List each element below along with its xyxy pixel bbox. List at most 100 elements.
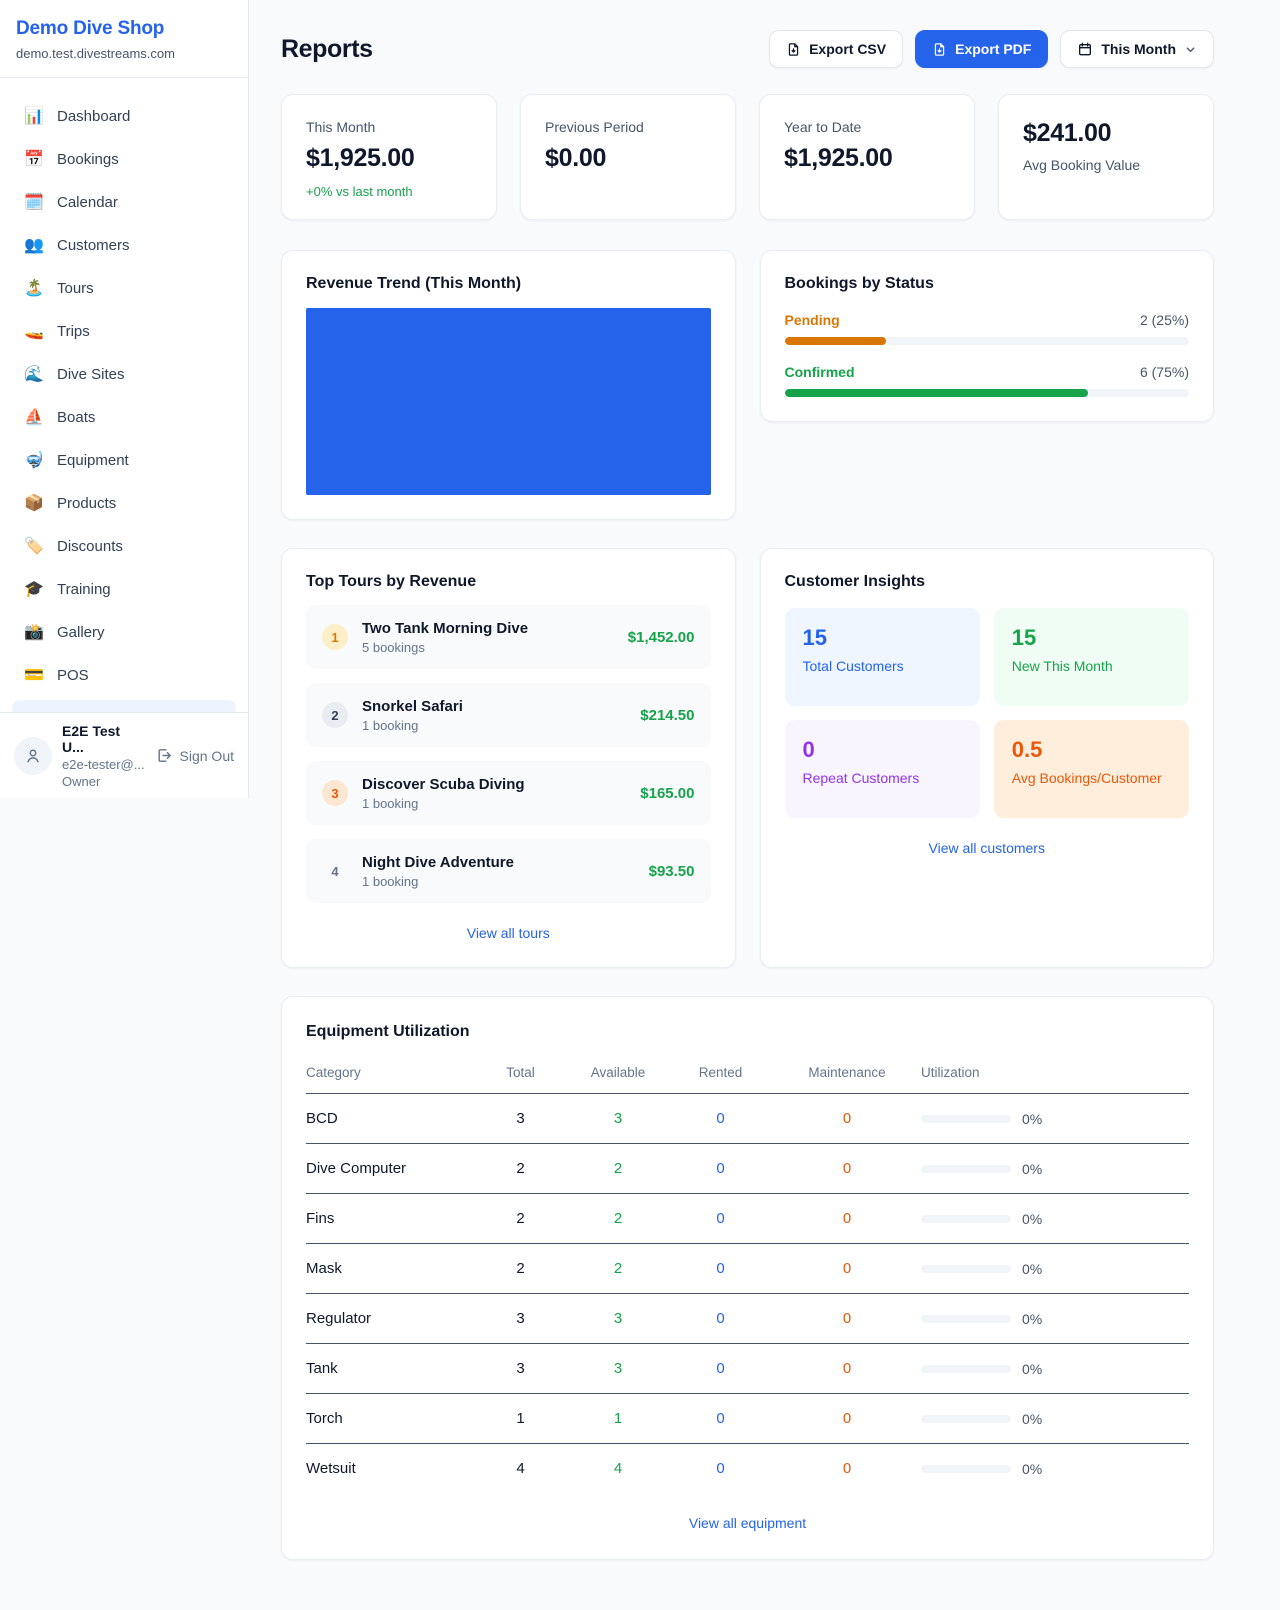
tile-label: Repeat Customers: [803, 770, 962, 786]
view-all-tours-link[interactable]: View all tours: [306, 925, 711, 941]
equipment-category: Dive Computer: [306, 1144, 473, 1194]
tile-label: Total Customers: [803, 658, 962, 674]
equipment-rented: 0: [668, 1444, 773, 1494]
sidebar-item-boats[interactable]: ⛵Boats: [12, 399, 236, 435]
tour-row[interactable]: 4 Night Dive Adventure 1 booking $93.50: [306, 839, 711, 903]
progress-track: [785, 389, 1190, 397]
header-actions: Export CSV Export PDF This Month: [769, 30, 1214, 68]
equipment-rented: 0: [668, 1244, 773, 1294]
stat-value: $1,925.00: [784, 144, 950, 173]
progress-fill: [785, 337, 886, 345]
sidebar-item-label: Products: [57, 495, 116, 512]
equipment-available: 2: [568, 1244, 668, 1294]
export-pdf-button[interactable]: Export PDF: [915, 30, 1048, 68]
sidebar-item-calendar[interactable]: 🗓️Calendar: [12, 184, 236, 220]
sidebar-item-products[interactable]: 📦Products: [12, 485, 236, 521]
rank-badge: 1: [322, 624, 348, 650]
rank-badge: 2: [322, 702, 348, 728]
customer-insights-card: Customer Insights 15 Total Customers 15 …: [760, 548, 1215, 968]
tour-row[interactable]: 1 Two Tank Morning Dive 5 bookings $1,45…: [306, 605, 711, 669]
user-role: Owner: [62, 774, 146, 789]
period-label: This Month: [1101, 41, 1176, 57]
credit-card-icon: 💳: [24, 665, 44, 685]
utilization-bar: [921, 1265, 1011, 1273]
revenue-trend-title: Revenue Trend (This Month): [306, 275, 711, 293]
sidebar-item-training[interactable]: 🎓Training: [12, 571, 236, 607]
equipment-table: Category Total Available Rented Maintena…: [306, 1055, 1189, 1493]
utilization-percent: 0%: [1022, 1261, 1042, 1277]
view-all-equipment-link[interactable]: View all equipment: [306, 1515, 1189, 1531]
file-download-icon: [786, 42, 801, 57]
utilization-percent: 0%: [1022, 1311, 1042, 1327]
equipment-rented: 0: [668, 1344, 773, 1394]
user-email: e2e-tester@...: [62, 757, 146, 772]
equipment-category: Wetsuit: [306, 1444, 473, 1494]
sidebar-item-label: Dive Sites: [57, 366, 125, 383]
sidebar-item-dive-sites[interactable]: 🌊Dive Sites: [12, 356, 236, 392]
utilization-percent: 0%: [1022, 1411, 1042, 1427]
stat-card-this-month: This Month $1,925.00 +0% vs last month: [281, 94, 497, 220]
bookings-by-status-card: Bookings by Status Pending 2 (25%) Confi…: [760, 250, 1215, 422]
camera-icon: 📸: [24, 622, 44, 642]
rank-badge: 4: [322, 858, 348, 884]
sidebar-item-label: Discounts: [57, 538, 123, 555]
sidebar-item-label: POS: [57, 667, 89, 684]
utilization-bar: [921, 1115, 1011, 1123]
sidebar-item-dashboard[interactable]: 📊Dashboard: [12, 98, 236, 134]
sidebar-item-trips[interactable]: 🚤Trips: [12, 313, 236, 349]
tile-label: New This Month: [1012, 658, 1171, 674]
sidebar-item-label: Calendar: [57, 194, 118, 211]
utilization-percent: 0%: [1022, 1211, 1042, 1227]
person-icon: [24, 747, 42, 765]
equipment-maintenance: 0: [773, 1194, 921, 1244]
equipment-row: Regulator33000%: [306, 1294, 1189, 1344]
sidebar-item-tours[interactable]: 🏝️Tours: [12, 270, 236, 306]
utilization-percent: 0%: [1022, 1161, 1042, 1177]
col-rented: Rented: [668, 1055, 773, 1094]
sidebar-item-equipment[interactable]: 🤿Equipment: [12, 442, 236, 478]
equipment-maintenance: 0: [773, 1444, 921, 1494]
equipment-category: BCD: [306, 1094, 473, 1144]
calendar-icon: [1077, 41, 1093, 57]
sidebar-item-customers[interactable]: 👥Customers: [12, 227, 236, 263]
dive-mask-icon: 🤿: [24, 450, 44, 470]
tour-row[interactable]: 3 Discover Scuba Diving 1 booking $165.0…: [306, 761, 711, 825]
sidebar-item-reports-partial[interactable]: [12, 700, 236, 712]
file-download-icon: [932, 42, 947, 57]
sailboat-icon: ⛵: [24, 407, 44, 427]
sidebar-item-label: Bookings: [57, 151, 119, 168]
tile-value: 15: [803, 625, 962, 651]
equipment-header-row: Category Total Available Rented Maintena…: [306, 1055, 1189, 1094]
equipment-rented: 0: [668, 1394, 773, 1444]
equipment-maintenance: 0: [773, 1094, 921, 1144]
export-csv-button[interactable]: Export CSV: [769, 30, 903, 68]
tour-bookings: 1 booking: [362, 718, 463, 733]
sidebar-item-gallery[interactable]: 📸Gallery: [12, 614, 236, 650]
customer-insights-title: Customer Insights: [785, 573, 1190, 591]
equipment-available: 2: [568, 1194, 668, 1244]
tour-row[interactable]: 2 Snorkel Safari 1 booking $214.50: [306, 683, 711, 747]
period-select[interactable]: This Month: [1060, 30, 1214, 68]
col-available: Available: [568, 1055, 668, 1094]
equipment-maintenance: 0: [773, 1394, 921, 1444]
shop-name: Demo Dive Shop: [16, 18, 232, 40]
equipment-available: 3: [568, 1344, 668, 1394]
sidebar-item-bookings[interactable]: 📅 Bookings: [12, 141, 236, 177]
sign-out-label: Sign Out: [180, 748, 234, 764]
status-row-confirmed: Confirmed 6 (75%): [785, 364, 1190, 397]
sign-out-button[interactable]: Sign Out: [156, 747, 234, 764]
user-footer: E2E Test U... e2e-tester@... Owner Sign …: [0, 712, 248, 798]
sidebar-item-pos[interactable]: 💳 POS: [12, 657, 236, 693]
tour-bookings: 1 booking: [362, 796, 525, 811]
equipment-category: Torch: [306, 1394, 473, 1444]
avatar: [14, 737, 52, 775]
utilization-bar: [921, 1315, 1011, 1323]
col-total: Total: [473, 1055, 568, 1094]
sidebar-item-discounts[interactable]: 🏷️Discounts: [12, 528, 236, 564]
view-all-customers-link[interactable]: View all customers: [785, 840, 1190, 856]
equipment-maintenance: 0: [773, 1294, 921, 1344]
calendar-date-icon: 📅: [24, 149, 44, 169]
equipment-row: Torch11000%: [306, 1394, 1189, 1444]
tile-avg-bookings-customer: 0.5 Avg Bookings/Customer: [994, 720, 1189, 818]
revenue-trend-card: Revenue Trend (This Month): [281, 250, 736, 520]
